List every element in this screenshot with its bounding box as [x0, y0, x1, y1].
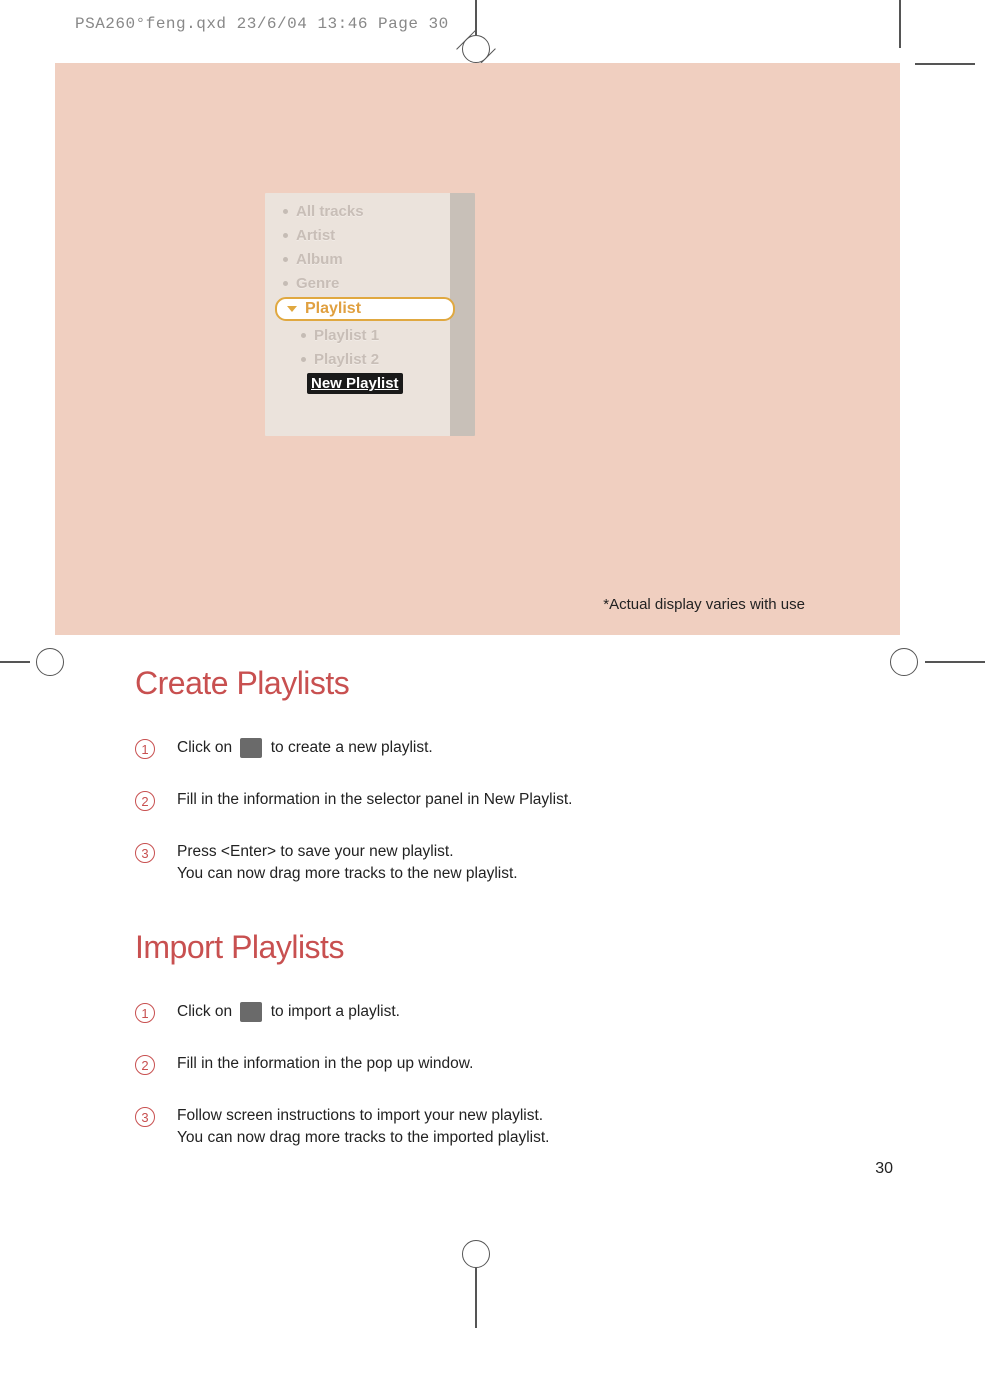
section-create-playlists: Create Playlists 1 Click on to create a …: [135, 665, 855, 884]
step-number-icon: 3: [135, 1107, 155, 1127]
crop-mark: [475, 1268, 477, 1328]
crop-mark: [899, 0, 901, 48]
section-import-playlists: Import Playlists 1 Click on to import a …: [135, 929, 855, 1148]
list-item: Genre: [283, 273, 475, 293]
crop-mark: [462, 1240, 490, 1268]
step: 2 Fill in the information in the pop up …: [135, 1053, 855, 1075]
step-number-icon: 3: [135, 843, 155, 863]
print-header: PSA260°feng.qxd 23/6/04 13:46 Page 30: [75, 15, 449, 33]
step-text: Fill in the information in the pop up wi…: [177, 1053, 473, 1075]
step-text: Press <Enter> to save your new playlist.…: [177, 841, 518, 884]
step-number-icon: 2: [135, 1055, 155, 1075]
step-text: Follow screen instructions to import you…: [177, 1105, 549, 1148]
step-number-icon: 1: [135, 1003, 155, 1023]
step: 2 Fill in the information in the selecto…: [135, 789, 855, 811]
screenshot-panel: All tracks Artist Album Genre Playlist P…: [55, 63, 900, 635]
step: 3 Press <Enter> to save your new playlis…: [135, 841, 855, 884]
crop-mark: [36, 648, 64, 676]
list-item: Album: [283, 249, 475, 269]
import-playlist-icon: [240, 1002, 262, 1022]
step: 1 Click on to create a new playlist.: [135, 737, 855, 759]
list-item: Playlist 2: [301, 349, 475, 369]
crop-mark: [462, 35, 490, 63]
step: 1 Click on to import a playlist.: [135, 1001, 855, 1023]
step-number-icon: 1: [135, 739, 155, 759]
step: 3 Follow screen instructions to import y…: [135, 1105, 855, 1148]
crop-mark: [915, 63, 975, 65]
page-number: 30: [875, 1160, 893, 1178]
disclaimer-text: *Actual display varies with use: [603, 596, 805, 613]
list-item: Artist: [283, 225, 475, 245]
crop-mark: [0, 661, 30, 663]
device-screenshot: All tracks Artist Album Genre Playlist P…: [265, 193, 475, 436]
list-item-selected: Playlist: [275, 297, 455, 321]
step-text: Fill in the information in the selector …: [177, 789, 572, 811]
list-item: Playlist 1: [301, 325, 475, 345]
list-item: All tracks: [283, 201, 475, 221]
new-playlist-item: New Playlist: [307, 373, 403, 394]
step-text: Click on to create a new playlist.: [177, 737, 433, 759]
section-heading: Import Playlists: [135, 929, 855, 966]
crop-mark: [925, 661, 985, 663]
crop-mark: [890, 648, 918, 676]
chevron-down-icon: [287, 306, 297, 312]
new-playlist-icon: [240, 738, 262, 758]
section-heading: Create Playlists: [135, 665, 855, 702]
step-number-icon: 2: [135, 791, 155, 811]
step-text: Click on to import a playlist.: [177, 1001, 400, 1023]
